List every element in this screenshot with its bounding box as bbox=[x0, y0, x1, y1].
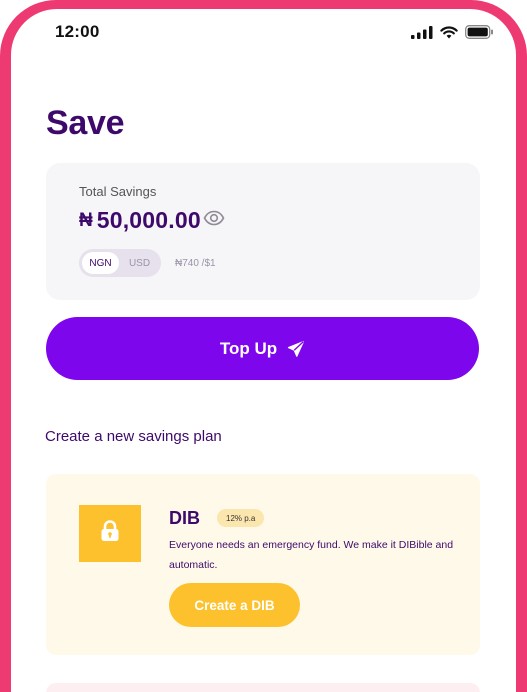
currency-option-usd[interactable]: USD bbox=[121, 252, 158, 274]
battery-icon bbox=[465, 25, 494, 39]
currency-symbol: ₦ bbox=[79, 209, 93, 231]
plan-name: DIB bbox=[169, 508, 200, 528]
total-savings-card: Total Savings ₦ 50,000.00 NGN USD ₦740 /… bbox=[46, 163, 480, 300]
currency-toggle[interactable]: NGN USD bbox=[79, 249, 161, 277]
plan-card-next[interactable] bbox=[46, 683, 480, 692]
eye-icon[interactable] bbox=[203, 210, 225, 231]
plan-description: Everyone needs an emergency fund. We mak… bbox=[169, 539, 454, 571]
interest-rate-badge: 12% p.a bbox=[217, 509, 265, 527]
exchange-rate: ₦740 /$1 bbox=[175, 257, 216, 269]
balance-row: ₦ 50,000.00 bbox=[79, 207, 225, 234]
cellular-signal-icon bbox=[411, 25, 433, 39]
status-icons bbox=[411, 25, 494, 39]
section-title: Create a new savings plan bbox=[45, 428, 222, 445]
lock-icon bbox=[100, 520, 120, 547]
currency-option-ngn[interactable]: NGN bbox=[82, 252, 119, 274]
wifi-icon bbox=[440, 25, 458, 39]
send-icon bbox=[287, 340, 305, 358]
top-up-label: Top Up bbox=[219, 338, 278, 358]
total-savings-label: Total Savings bbox=[79, 184, 157, 199]
balance-amount: 50,000.00 bbox=[96, 207, 201, 233]
plan-card-dib[interactable]: DIB 12% p.a Everyone needs an emergency … bbox=[46, 474, 480, 655]
status-time: 12:00 bbox=[55, 22, 100, 41]
top-up-button[interactable]: Top Up bbox=[46, 317, 479, 380]
plan-icon bbox=[79, 505, 141, 562]
create-dib-button[interactable]: Create a DIB bbox=[169, 583, 300, 627]
page-title: Save bbox=[46, 104, 125, 142]
currency-row: NGN USD ₦740 /$1 bbox=[79, 249, 216, 277]
app-screen: 12:00 Save Total Savings ₦ 50,000.00 NGN… bbox=[11, 9, 516, 692]
device-frame: 12:00 Save Total Savings ₦ 50,000.00 NGN… bbox=[0, 0, 527, 692]
